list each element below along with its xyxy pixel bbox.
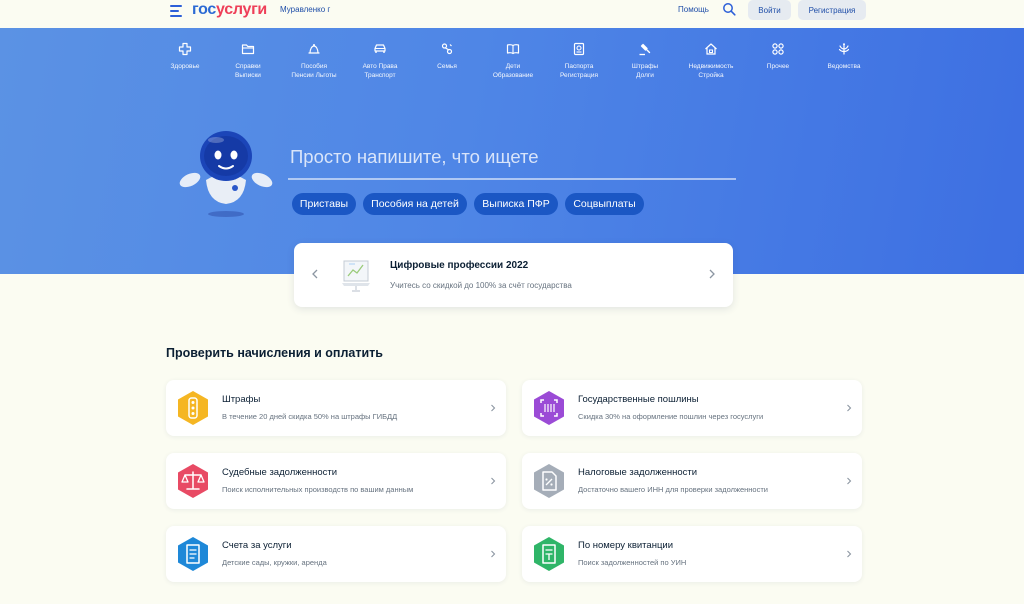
category-realty[interactable]: Недвижимость Стройка <box>678 42 744 80</box>
login-button[interactable]: Войти <box>748 0 791 20</box>
help-link[interactable]: Помощь <box>678 5 709 14</box>
banner-title: Цифровые профессии 2022 <box>390 260 529 271</box>
bill-icon <box>178 537 208 571</box>
card-title: По номеру квитанции <box>578 540 673 551</box>
card-title: Государственные пошлины <box>578 394 699 405</box>
category-label-line2: Выписки <box>235 72 261 79</box>
hero-section: Здоровье Справки Выписки Пособия Пенсии … <box>0 28 1024 274</box>
chip-pfr-statement[interactable]: Выписка ПФР <box>474 193 558 215</box>
category-health[interactable]: Здоровье <box>152 42 218 71</box>
chevron-right-icon <box>847 550 852 558</box>
category-label-line1: Дети <box>505 63 521 70</box>
category-label-line1: Паспорта <box>564 63 594 70</box>
house-icon <box>705 43 717 55</box>
benefits-icon <box>308 44 320 54</box>
grid-icon <box>772 43 784 55</box>
card-subtitle: Детские сады, кружки, аренда <box>222 558 327 567</box>
search-underline <box>288 178 736 180</box>
emblem-icon <box>838 43 850 55</box>
card-title: Судебные задолженности <box>222 467 338 478</box>
card-title: Счета за услуги <box>222 540 292 551</box>
chevron-right-icon <box>491 550 496 558</box>
category-auto[interactable]: Авто Права Транспорт <box>347 42 413 80</box>
chip-child-benefits[interactable]: Пособия на детей <box>363 193 467 215</box>
receipt-icon <box>534 537 564 571</box>
category-label-line2: Транспорт <box>364 72 396 79</box>
search-icon[interactable] <box>722 2 736 16</box>
card-title: Налоговые задолженности <box>578 467 698 478</box>
category-agencies[interactable]: Ведомства <box>811 42 877 71</box>
card-title: Штрафы <box>222 394 261 405</box>
search-input[interactable]: Просто напишите, что ищете <box>288 144 738 170</box>
card-subtitle: Достаточно вашего ИНН для проверки задол… <box>578 485 768 494</box>
menu-icon[interactable] <box>170 5 184 17</box>
robot-assistant-icon[interactable] <box>178 128 274 220</box>
card-subtitle: Поиск исполнительных производств по ваши… <box>222 485 414 494</box>
tax-document-icon <box>534 464 564 498</box>
chevron-right-icon[interactable] <box>708 269 716 279</box>
category-label-line1: Семья <box>437 63 457 70</box>
search-box[interactable]: Просто напишите, что ищете <box>288 144 738 180</box>
card-receipt-number[interactable]: По номеру квитанции Поиск задолженностей… <box>522 526 862 582</box>
chip-social-payments[interactable]: Соцвыплаты <box>565 193 644 215</box>
card-tax-debts[interactable]: Налоговые задолженности Достаточно вашег… <box>522 453 862 509</box>
category-label-line2: Стройка <box>698 72 724 79</box>
category-label-line1: Недвижимость <box>688 63 734 70</box>
chevron-right-icon <box>491 477 496 485</box>
category-label-line1: Ведомства <box>827 63 861 70</box>
logo-part-gos: гос <box>192 1 217 18</box>
monitor-chart-icon <box>342 260 370 292</box>
logo-part-uslugi: услуги <box>216 1 267 18</box>
category-label-line1: Пособия <box>300 63 328 70</box>
health-cross-icon <box>178 42 192 56</box>
chip-bailiffs[interactable]: Приставы <box>292 193 356 215</box>
gavel-icon <box>639 43 651 56</box>
folder-icon <box>241 44 255 55</box>
logo[interactable]: госуслуги <box>192 0 267 20</box>
category-passports[interactable]: Паспорта Регистрация <box>546 42 612 80</box>
section-title: Проверить начисления и оплатить <box>166 346 383 360</box>
card-service-bills[interactable]: Счета за услуги Детские сады, кружки, ар… <box>166 526 506 582</box>
card-court-debts[interactable]: Судебные задолженности Поиск исполнитель… <box>166 453 506 509</box>
car-icon <box>374 44 386 53</box>
category-certificates[interactable]: Справки Выписки <box>215 42 281 80</box>
category-label-line2: Образование <box>492 72 534 79</box>
chevron-right-icon <box>847 404 852 412</box>
category-family[interactable]: Семья <box>414 42 480 71</box>
card-subtitle: Скидка 30% на оформление пошлин через го… <box>578 412 764 421</box>
register-button[interactable]: Регистрация <box>798 0 866 20</box>
scan-icon <box>534 391 564 425</box>
category-label-line2: Долги <box>636 72 654 79</box>
category-benefits[interactable]: Пособия Пенсии Льготы <box>281 42 347 80</box>
category-nav: Здоровье Справки Выписки Пособия Пенсии … <box>152 42 882 92</box>
card-subtitle: В течение 20 дней скидка 50% на штрафы Г… <box>222 412 398 421</box>
category-label-line1: Справки <box>235 63 261 70</box>
scales-icon <box>178 464 208 498</box>
category-label-line2: Пенсии Льготы <box>291 72 337 79</box>
category-label-line1: Прочее <box>766 63 790 70</box>
category-label-line1: Штрафы <box>631 63 659 70</box>
book-icon <box>506 44 520 55</box>
category-label-line2: Регистрация <box>560 72 598 79</box>
passport-icon <box>573 42 585 56</box>
traffic-light-icon <box>178 391 208 425</box>
top-header: госуслуги Муравленко г Помощь Войти Реги… <box>0 0 1024 28</box>
card-subtitle: Поиск задолженностей по УИН <box>578 558 687 567</box>
card-state-fees[interactable]: Государственные пошлины Скидка 30% на оф… <box>522 380 862 436</box>
category-label-line1: Здоровье <box>170 63 200 70</box>
chevron-right-icon <box>847 477 852 485</box>
card-fines[interactable]: Штрафы В течение 20 дней скидка 50% на ш… <box>166 380 506 436</box>
category-children[interactable]: Дети Образование <box>480 42 546 80</box>
chevron-left-icon[interactable] <box>311 269 319 279</box>
banner-subtitle: Учитесь со скидкой до 100% за счёт госуд… <box>390 281 572 290</box>
category-label-line1: Авто Права <box>362 63 398 70</box>
city-selector[interactable]: Муравленко г <box>280 5 330 14</box>
family-icon <box>441 43 453 55</box>
chevron-right-icon <box>491 404 496 412</box>
category-fines[interactable]: Штрафы Долги <box>612 42 678 80</box>
category-other[interactable]: Прочее <box>745 42 811 71</box>
